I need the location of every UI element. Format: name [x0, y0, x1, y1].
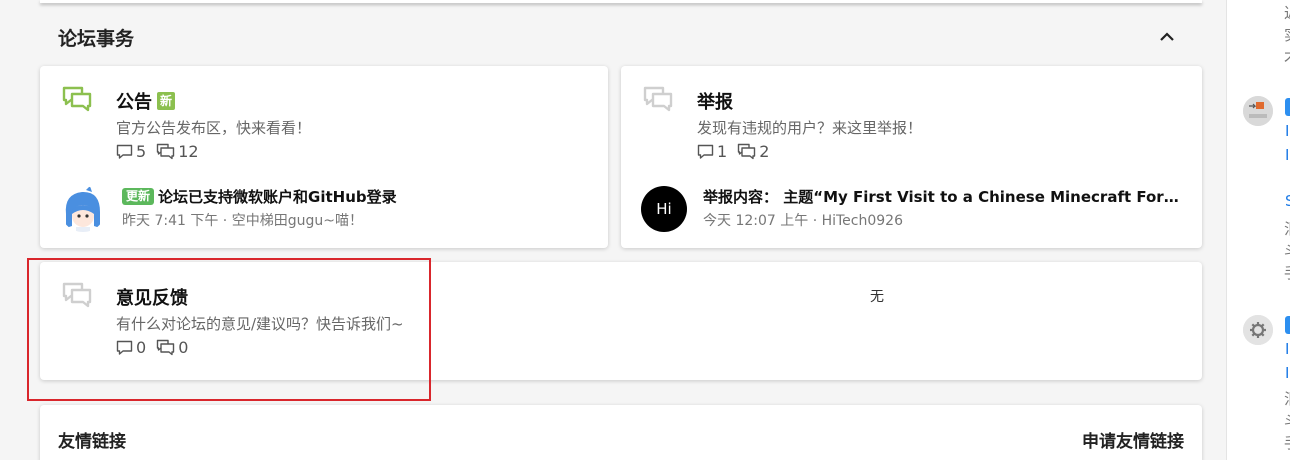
category-title: 意见反馈 [116, 288, 188, 309]
section-title: 论坛事务 [58, 28, 135, 50]
sidebar-badge [1285, 98, 1290, 116]
update-tag: 更新 [122, 188, 155, 205]
system-avatar[interactable] [1243, 315, 1273, 345]
comments-icon [62, 86, 92, 112]
sidebar-text: 泪 [1284, 218, 1290, 239]
category-description: 有什么对论坛的意见/建议吗？快告诉我们~ [116, 315, 404, 333]
category-stats: 0 0 [116, 338, 188, 357]
category-stats: 1 2 [697, 142, 769, 161]
category-card-reports[interactable]: 举报 发现有违规的用户？来这里举报！ 1 2 Hi 举报内容： 主题“My Fi… [621, 66, 1202, 248]
sidebar-text: 近 [1284, 2, 1290, 23]
main-panel: 论坛事务 公告 新 官方公告发布区，快来看看！ 5 12 更新 论坛已支持微软账… [0, 0, 1226, 460]
last-post[interactable]: 更新 论坛已支持微软账户和GitHub登录 昨天 7:41 下午 · 空中梯田g… [60, 184, 590, 234]
discussion-count-value: 1 [717, 142, 728, 161]
discussion-count: 5 [116, 142, 146, 161]
sidebar-text: I [1285, 146, 1290, 164]
last-post-title-text: 论坛已支持微软账户和GitHub登录 [158, 188, 397, 206]
right-sidebar: 近 实 才 I I S 泪 斗 手 I I 泪 斗 手 [1226, 0, 1290, 460]
comment-icon [116, 340, 133, 355]
friend-links-card: 友情链接 申请友情链接 [40, 405, 1202, 460]
chevron-up-icon [1160, 32, 1174, 41]
new-badge: 新 [157, 92, 176, 110]
comment-icon [697, 144, 714, 159]
user-avatar[interactable]: Hi [641, 186, 687, 232]
sidebar-text: I [1285, 340, 1290, 358]
category-title-link[interactable]: 意见反馈 [116, 284, 188, 310]
comment-icon [116, 144, 133, 159]
discussion-count: 1 [697, 142, 727, 161]
discussion-count-value: 5 [136, 142, 147, 161]
friend-links-title: 友情链接 [58, 432, 126, 452]
last-post-title-text: 举报内容： 主题“My First Visit to a Chinese Min… [703, 188, 1184, 206]
last-post-meta: 昨天 7:41 下午 · 空中梯田gugu~喵！ [122, 213, 363, 229]
category-stats: 5 12 [116, 142, 199, 161]
category-title-link[interactable]: 举报 [697, 88, 733, 114]
comments-icon [156, 339, 175, 356]
comments-icon [62, 282, 92, 308]
avatar-image-icon [1243, 96, 1273, 126]
discussion-count-value: 0 [136, 338, 147, 357]
sidebar-text: I [1285, 364, 1290, 382]
discussion-count: 0 [116, 338, 146, 357]
category-card-announcements[interactable]: 公告 新 官方公告发布区，快来看看！ 5 12 更新 论坛已支持微软账户和Git… [40, 66, 608, 248]
apply-friend-link-button[interactable]: 申请友情链接 [1082, 427, 1184, 452]
category-title: 举报 [697, 92, 733, 113]
last-post[interactable]: Hi 举报内容： 主题“My First Visit to a Chinese … [641, 184, 1184, 234]
sidebar-text: 泪 [1284, 388, 1290, 409]
last-post-meta: 今天 12:07 上午 · HiTech0926 [703, 213, 903, 229]
gear-icon [1243, 315, 1273, 345]
post-count: 2 [737, 142, 769, 161]
post-count-value: 2 [759, 142, 770, 161]
sidebar-text: 斗 [1284, 410, 1290, 431]
post-count-value: 12 [178, 142, 199, 161]
category-description: 发现有违规的用户？来这里举报！ [697, 119, 923, 137]
comments-icon [643, 86, 673, 112]
sidebar-text: S [1285, 192, 1290, 210]
last-post-title[interactable]: 更新 论坛已支持微软账户和GitHub登录 [122, 186, 590, 207]
last-post-title[interactable]: 举报内容： 主题“My First Visit to a Chinese Min… [703, 186, 1184, 207]
category-card-feedback[interactable]: 意见反馈 有什么对论坛的意见/建议吗？快告诉我们~ 0 0 无 [40, 262, 1202, 380]
sidebar-text: I [1285, 122, 1290, 140]
sidebar-text: 手 [1284, 432, 1290, 453]
anime-girl-avatar[interactable] [60, 186, 106, 232]
category-title-link[interactable]: 公告 新 [116, 88, 176, 114]
post-count: 0 [156, 338, 188, 357]
sidebar-text: 斗 [1284, 240, 1290, 261]
comments-icon [737, 143, 756, 160]
category-description: 官方公告发布区，快来看看！ [116, 119, 312, 137]
user-avatar[interactable] [1243, 96, 1273, 126]
sidebar-text: 才 [1284, 46, 1290, 67]
empty-last-post-label: 无 [870, 289, 884, 305]
comments-icon [156, 143, 175, 160]
sidebar-text: 手 [1284, 262, 1290, 283]
previous-card-edge [40, 0, 1202, 3]
post-count: 12 [156, 142, 199, 161]
sidebar-text: 实 [1284, 24, 1290, 45]
category-title: 公告 [116, 92, 152, 113]
collapse-button[interactable] [1154, 24, 1180, 50]
post-count-value: 0 [178, 338, 189, 357]
sidebar-badge [1285, 316, 1290, 334]
